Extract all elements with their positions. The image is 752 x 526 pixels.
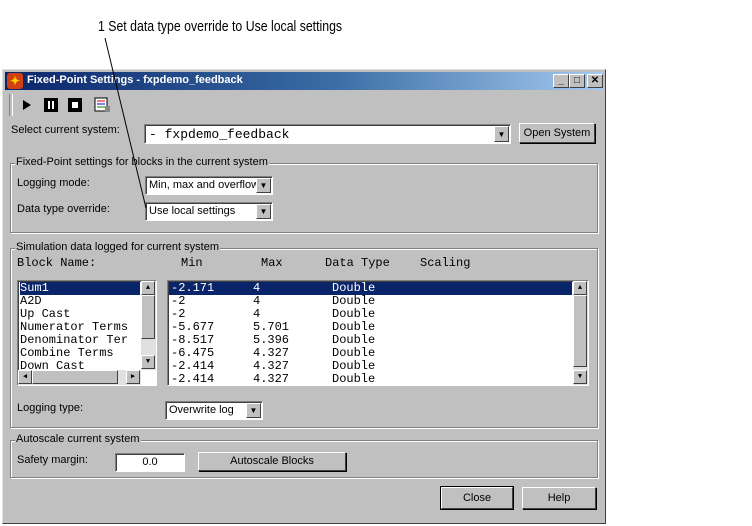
- scroll-up-icon[interactable]: ▲: [141, 281, 155, 295]
- column-header-max: Max: [261, 256, 283, 270]
- cell-min: -2.414: [171, 372, 215, 386]
- play-icon: [23, 100, 31, 110]
- report-icon: [94, 97, 110, 112]
- title-bar[interactable]: ✦ Fixed-Point Settings - fxpdemo_feedbac…: [5, 72, 603, 90]
- stop-icon: [68, 98, 82, 112]
- scroll-down-icon[interactable]: ▼: [141, 355, 155, 369]
- safety-margin-input[interactable]: 0.0: [115, 453, 185, 472]
- maximize-button[interactable]: □: [569, 74, 585, 88]
- logging-type-label: Logging type:: [17, 402, 84, 414]
- fixed-point-settings-group: [10, 163, 598, 233]
- data-table[interactable]: -2.171 4 Double -2 4 Double -2 4 Double -5.677 5.7…: [167, 280, 589, 386]
- matlab-app-icon: ✦: [7, 73, 23, 89]
- scroll-down-icon[interactable]: ▼: [573, 370, 587, 384]
- scroll-thumb[interactable]: [32, 370, 118, 384]
- logging-type-dropdown[interactable]: Overwrite log ▼: [165, 401, 263, 420]
- table-row[interactable]: -2.414 4.327 Double: [169, 372, 572, 386]
- data-table-rows: -2.171 4 Double -2 4 Double -2 4 Double -5.677 5.7…: [169, 282, 572, 385]
- scroll-up-icon[interactable]: ▲: [573, 281, 587, 295]
- scroll-right-icon[interactable]: ▶: [126, 370, 140, 384]
- system-dropdown-value: - fxpdemo_feedback: [149, 127, 290, 142]
- open-system-button[interactable]: Open System: [519, 123, 595, 143]
- block-name-header: Block Name:: [17, 256, 157, 270]
- data-type-override-label: Data type override:: [17, 203, 110, 215]
- minimize-button[interactable]: _: [553, 74, 569, 88]
- cell-type: Double: [332, 372, 376, 386]
- close-icon: ✕: [590, 75, 600, 86]
- window-title: Fixed-Point Settings - fxpdemo_feedback: [27, 74, 243, 86]
- minimize-icon: _: [558, 75, 564, 86]
- column-header-scaling: Scaling: [420, 256, 471, 270]
- toolbar-grip: [9, 94, 13, 116]
- annotation-callout: 1 Set data type override to Use local se…: [98, 18, 343, 35]
- chevron-down-icon[interactable]: ▼: [256, 178, 271, 193]
- pause-button[interactable]: [43, 97, 59, 113]
- scroll-thumb[interactable]: [573, 295, 587, 367]
- logging-type-value: Overwrite log: [169, 404, 234, 416]
- close-button[interactable]: Close: [441, 487, 513, 509]
- simulation-data-legend: Simulation data logged for current syste…: [15, 241, 220, 253]
- close-window-button[interactable]: ✕: [587, 74, 603, 88]
- scroll-thumb[interactable]: [141, 295, 155, 339]
- chevron-down-icon[interactable]: ▼: [246, 403, 261, 418]
- play-button[interactable]: [19, 97, 35, 113]
- scroll-left-icon[interactable]: ◀: [18, 370, 32, 384]
- logging-mode-value: Min, max and overflow: [149, 179, 260, 191]
- help-button[interactable]: Help: [522, 487, 596, 509]
- report-button[interactable]: [93, 97, 111, 113]
- block-list[interactable]: Sum1 A2D Up Cast Numerator Terms Denominator…: [17, 280, 157, 386]
- stop-button[interactable]: [67, 97, 83, 113]
- autoscale-legend: Autoscale current system: [15, 433, 141, 445]
- fixed-point-settings-window: ✦ Fixed-Point Settings - fxpdemo_feedbac…: [2, 69, 606, 524]
- pause-icon: [44, 98, 58, 112]
- chevron-down-icon[interactable]: ▼: [256, 204, 271, 219]
- maximize-icon: □: [573, 75, 581, 86]
- list-item[interactable]: Down Cast: [20, 360, 140, 371]
- data-type-override-dropdown[interactable]: Use local settings ▼: [145, 202, 273, 221]
- logging-mode-label: Logging mode:: [17, 177, 90, 189]
- chevron-down-icon[interactable]: ▼: [494, 126, 509, 142]
- cell-max: 4.327: [253, 372, 290, 386]
- block-list-vscrollbar[interactable]: ▲ ▼: [141, 281, 156, 370]
- logging-mode-dropdown[interactable]: Min, max and overflow ▼: [145, 176, 273, 195]
- fixed-point-settings-legend: Fixed-Point settings for blocks in the c…: [15, 156, 269, 168]
- select-system-label: Select current system:: [11, 124, 120, 136]
- data-type-override-value: Use local settings: [149, 205, 236, 217]
- data-table-vscrollbar[interactable]: ▲ ▼: [573, 281, 588, 385]
- block-list-hscrollbar[interactable]: ◀ ▶: [18, 370, 141, 385]
- column-header-min: Min: [181, 256, 203, 270]
- autoscale-blocks-button[interactable]: Autoscale Blocks: [198, 452, 346, 471]
- column-header-data-type: Data Type: [325, 256, 390, 270]
- block-list-items: Sum1 A2D Up Cast Numerator Terms Denominator…: [20, 282, 140, 370]
- safety-margin-label: Safety margin:: [17, 454, 88, 466]
- data-table-header: Min Max Data Type Scaling: [167, 256, 589, 270]
- system-dropdown[interactable]: - fxpdemo_feedback ▼: [144, 124, 511, 144]
